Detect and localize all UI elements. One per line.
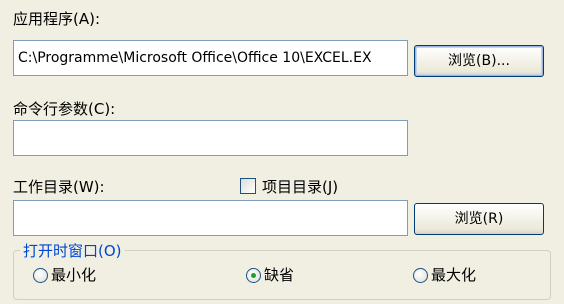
radio-default[interactable] — [246, 268, 261, 283]
application-label: 应用程序(A): — [13, 10, 101, 28]
radio-minimize-label: 最小化 — [51, 266, 97, 284]
open-window-legend: 打开时窗口(O) — [23, 242, 122, 260]
arguments-input[interactable] — [13, 120, 408, 156]
project-dir-label: 项目目录(J) — [262, 178, 339, 196]
working-dir-label: 工作目录(W): — [13, 178, 105, 196]
radio-default-selected-dot — [251, 273, 256, 278]
project-dir-checkbox[interactable] — [240, 178, 256, 194]
radio-maximize[interactable] — [413, 268, 428, 283]
radio-minimize[interactable] — [33, 268, 48, 283]
arguments-label: 命令行参数(C): — [13, 100, 116, 118]
application-path-input[interactable]: C:\Programme\Microsoft Office\Office 10\… — [13, 40, 408, 76]
radio-maximize-label: 最大化 — [431, 266, 477, 284]
working-dir-input[interactable] — [13, 200, 408, 236]
browse-application-button[interactable]: 浏览(B)... — [414, 45, 544, 77]
radio-default-label: 缺省 — [264, 266, 295, 284]
browse-working-dir-button[interactable]: 浏览(R) — [414, 203, 544, 235]
